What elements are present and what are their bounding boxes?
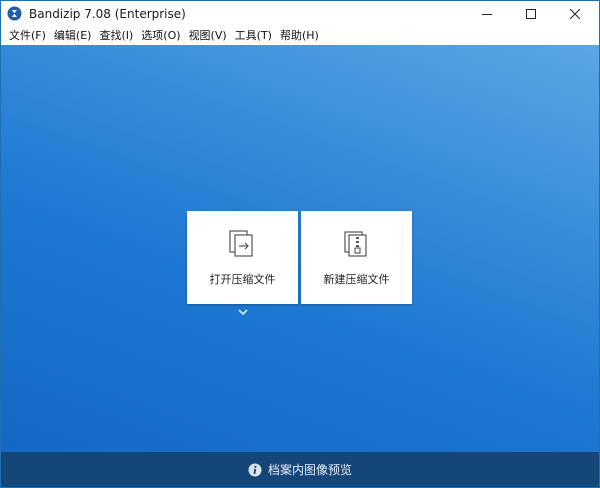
info-icon: [248, 463, 262, 476]
maximize-button[interactable]: [509, 1, 553, 27]
image-preview-bar[interactable]: 档案内图像预览: [1, 452, 599, 487]
window-title: Bandizip 7.08 (Enterprise): [29, 7, 186, 21]
maximize-icon: [526, 9, 536, 19]
menu-options[interactable]: 选项(O): [137, 27, 184, 45]
open-archive-button[interactable]: 打开压缩文件: [187, 211, 298, 304]
open-archive-icon: [229, 230, 253, 257]
image-preview-label: 档案内图像预览: [267, 463, 352, 477]
chevron-down-icon[interactable]: [237, 308, 249, 316]
main-area: 打开压缩文件 新建压缩文件: [1, 45, 599, 452]
menu-edit[interactable]: 编辑(E): [50, 27, 96, 45]
minimize-icon: [482, 14, 492, 15]
menu-tools[interactable]: 工具(T): [231, 27, 276, 45]
menu-find[interactable]: 查找(I): [95, 27, 137, 45]
close-button[interactable]: [553, 1, 597, 27]
new-archive-label: 新建压缩文件: [323, 273, 390, 286]
menu-help[interactable]: 帮助(H): [276, 27, 323, 45]
open-archive-label: 打开压缩文件: [209, 273, 276, 286]
title-bar[interactable]: Bandizip 7.08 (Enterprise): [1, 1, 599, 27]
minimize-button[interactable]: [465, 1, 509, 27]
menu-file[interactable]: 文件(F): [5, 27, 50, 45]
menu-bar: 文件(F) 编辑(E) 查找(I) 选项(O) 视图(V) 工具(T) 帮助(H…: [1, 27, 599, 45]
new-archive-zip-icon: [344, 231, 367, 257]
close-icon: [570, 9, 580, 19]
new-archive-button[interactable]: 新建压缩文件: [301, 211, 412, 304]
app-window: Bandizip 7.08 (Enterprise) 文件(F) 编辑(E) 查…: [0, 0, 600, 488]
menu-view[interactable]: 视图(V): [185, 27, 231, 45]
bandizip-logo-icon: [7, 6, 22, 21]
